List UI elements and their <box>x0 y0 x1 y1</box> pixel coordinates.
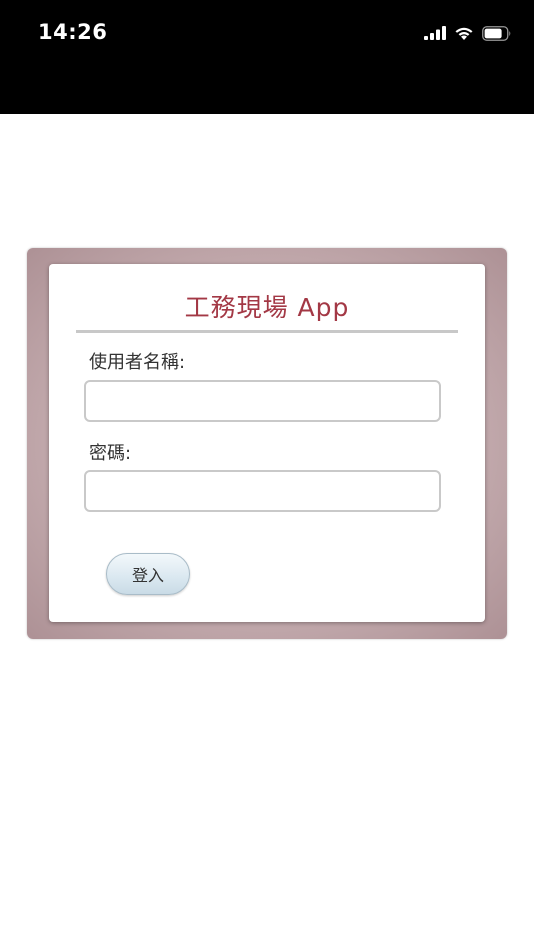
title-divider <box>76 330 458 333</box>
username-label: 使用者名稱: <box>89 352 186 373</box>
status-icons <box>424 22 512 44</box>
login-button[interactable]: 登入 <box>106 553 190 595</box>
login-card: 工務現場 App 使用者名稱: 密碼: 登入 <box>49 264 485 622</box>
username-input[interactable] <box>84 380 441 422</box>
wifi-icon <box>455 27 473 40</box>
signal-icon <box>424 26 446 40</box>
password-input[interactable] <box>84 470 441 512</box>
page: 工務現場 App 使用者名稱: 密碼: 登入 <box>0 114 534 950</box>
status-bar: 14:26 <box>0 0 534 114</box>
login-frame: 工務現場 App 使用者名稱: 密碼: 登入 <box>27 248 507 639</box>
status-time: 14:26 <box>38 20 108 44</box>
battery-icon <box>482 25 511 41</box>
app-title: 工務現場 App <box>184 293 350 322</box>
password-label: 密碼: <box>89 443 132 464</box>
